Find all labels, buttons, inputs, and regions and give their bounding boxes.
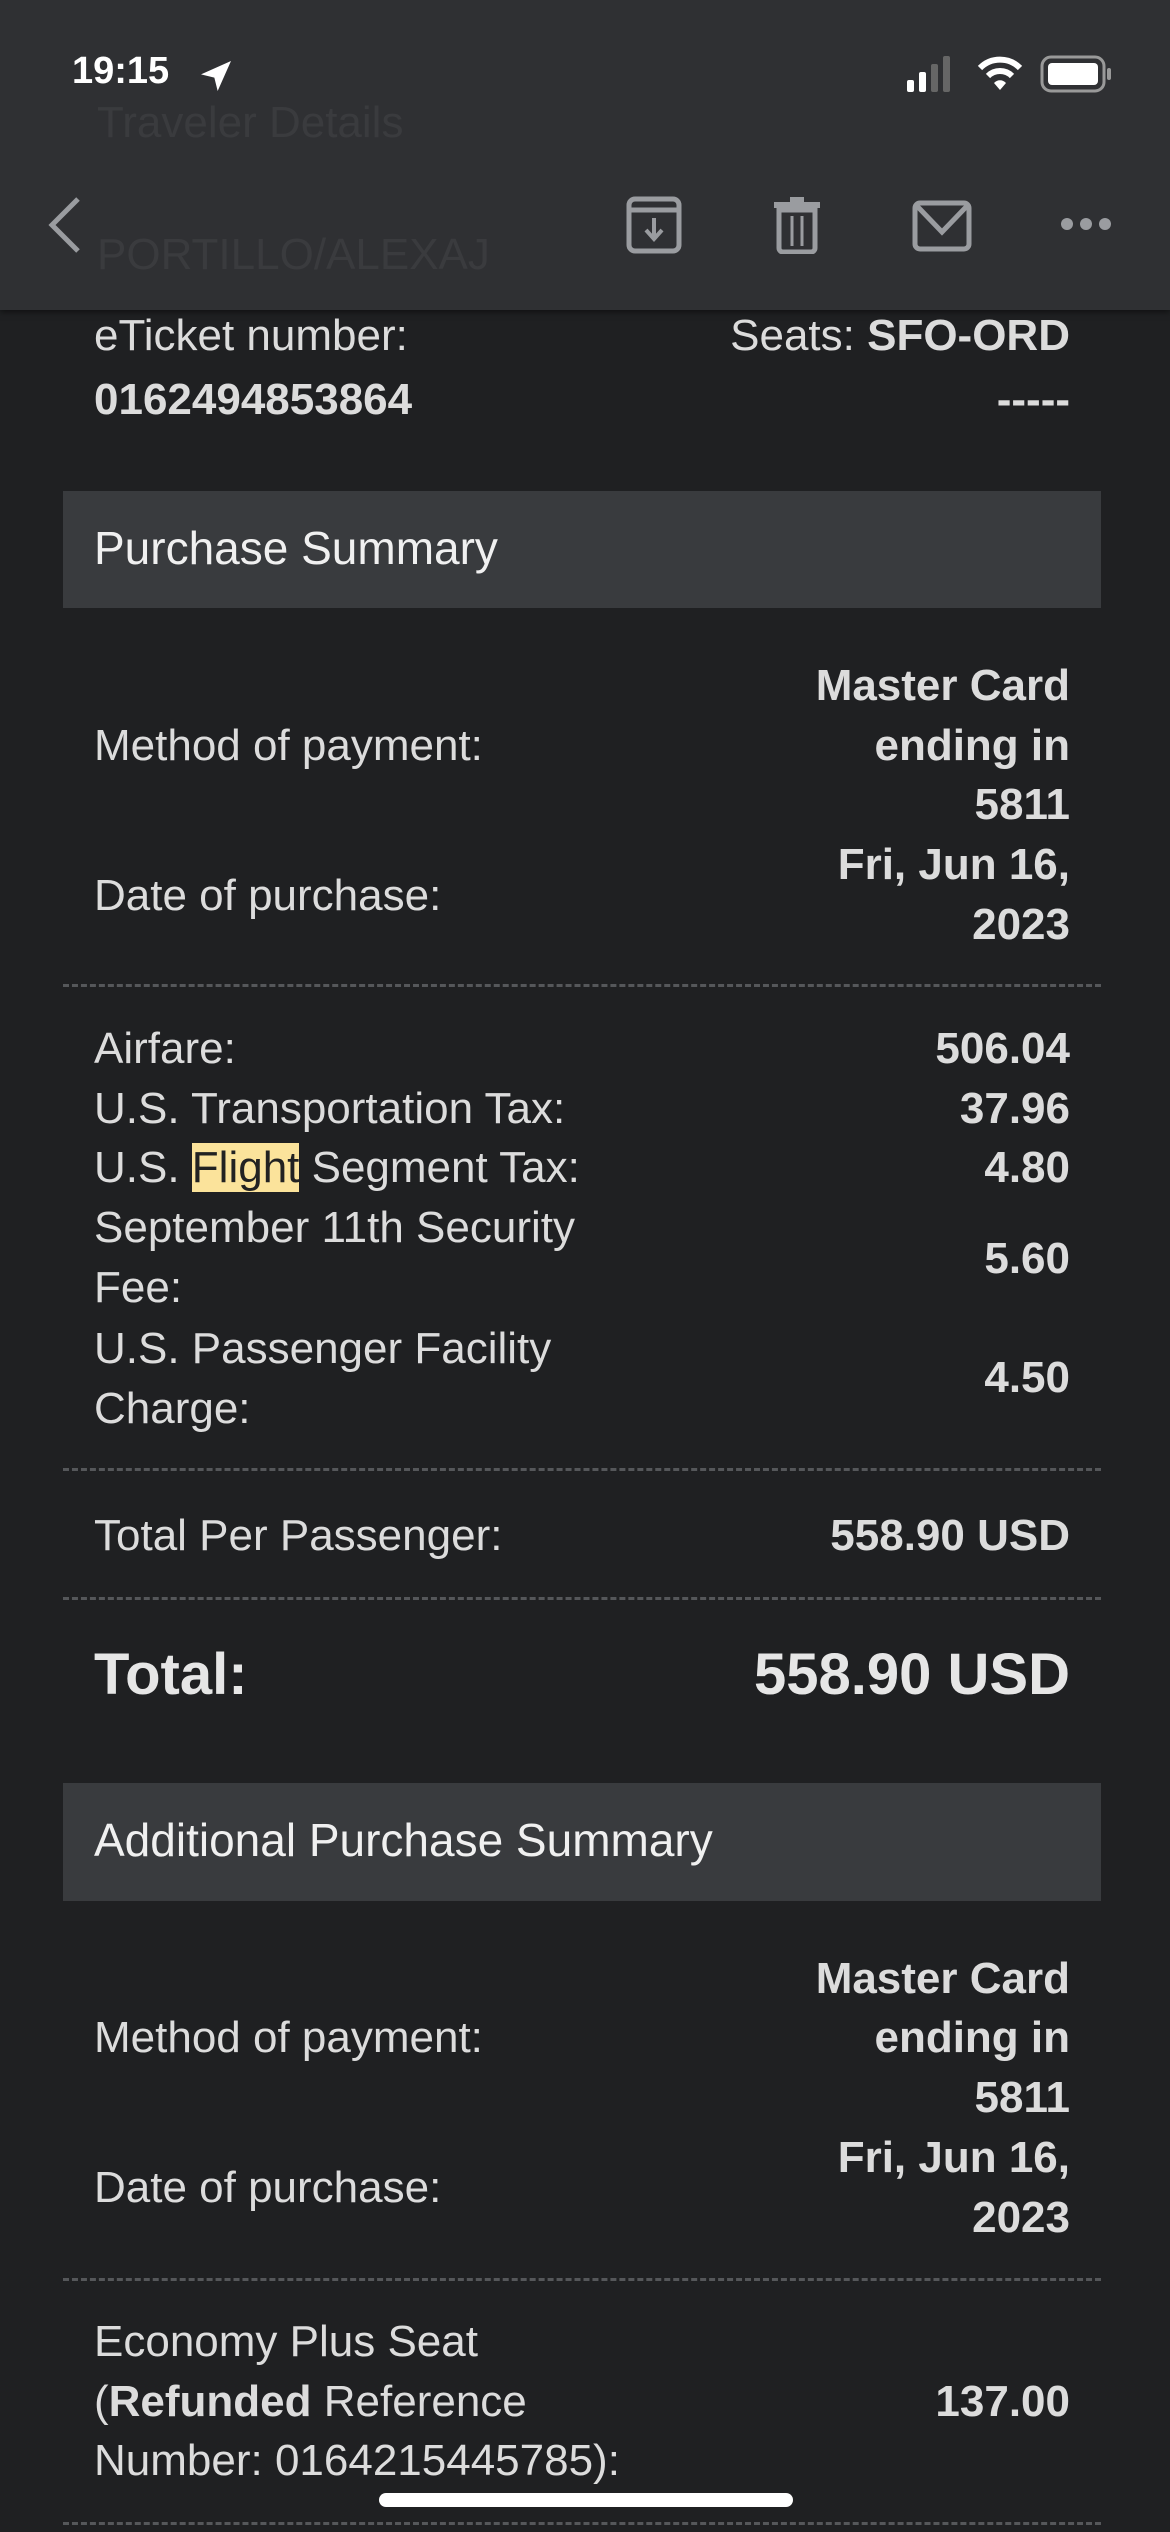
eticket-label: eTicket number:	[94, 311, 408, 360]
method-label: Method of payment:	[94, 721, 483, 770]
segment-tax-value: 4.80	[984, 1143, 1070, 1192]
divider	[63, 1468, 1101, 1471]
battery-icon	[1040, 55, 1111, 93]
more-icon[interactable]	[1060, 212, 1112, 236]
transport-tax-value: 37.96	[959, 1084, 1070, 1133]
total-label: Total:	[94, 1642, 248, 1707]
location-arrow-icon	[201, 61, 231, 91]
per-passenger-label: Total Per Passenger:	[94, 1511, 503, 1560]
ghost-traveler-details: Traveler Details	[97, 98, 404, 147]
date-line: Fri, Jun 16,	[837, 840, 1070, 889]
divider	[63, 1597, 1101, 1600]
method-line: Master Card	[815, 661, 1070, 710]
back-chevron-icon[interactable]	[44, 195, 84, 255]
date-line: 2023	[972, 900, 1070, 949]
search-highlight: Flight	[191, 1143, 300, 1192]
trash-icon[interactable]	[772, 196, 822, 254]
item-value: 137.00	[935, 2377, 1070, 2426]
archive-icon[interactable]	[626, 196, 682, 254]
purchase-summary-header: Purchase Summary	[63, 491, 1101, 608]
date-label: Date of purchase:	[94, 871, 442, 920]
status-time: 19:15	[72, 50, 170, 92]
date-line: Fri, Jun 16,	[837, 2133, 1070, 2182]
transport-tax-label: U.S. Transportation Tax:	[94, 1084, 566, 1133]
method-line: 5811	[974, 780, 1070, 829]
method-line: 5811	[974, 2073, 1070, 2122]
seats-label: Seats:	[730, 311, 855, 360]
method-line: ending in	[874, 2013, 1070, 2062]
security-fee-label: September 11th Security	[94, 1203, 575, 1252]
security-fee-value: 5.60	[984, 1234, 1070, 1283]
facility-value: 4.50	[984, 1353, 1070, 1402]
eticket-value: 0162494853864	[94, 375, 413, 424]
airfare-value: 506.04	[935, 1024, 1070, 1073]
security-fee-label: Fee:	[94, 1263, 183, 1312]
method-line: Master Card	[815, 1954, 1070, 2003]
reference-text: Reference	[311, 2377, 527, 2426]
date-line: 2023	[972, 2193, 1070, 2242]
item-line: (Refunded Reference	[94, 2372, 527, 2432]
facility-label: U.S. Passenger Facility	[94, 1324, 552, 1373]
segment-tax-pre: U.S.	[94, 1143, 192, 1192]
ghost-passenger-name: PORTILLO/ALEXAJ	[97, 230, 490, 279]
mail-icon[interactable]	[912, 200, 972, 252]
item-line: Economy Plus Seat	[94, 2317, 478, 2366]
home-indicator[interactable]	[379, 2493, 793, 2507]
divider	[63, 2278, 1101, 2281]
method-label: Method of payment:	[94, 2013, 483, 2062]
date-label: Date of purchase:	[94, 2163, 442, 2212]
segment-tax-post: Segment Tax:	[299, 1143, 580, 1192]
additional-summary-header: Additional Purchase Summary	[63, 1783, 1101, 1901]
seats-value: -----	[996, 375, 1070, 424]
wifi-icon	[977, 56, 1023, 90]
seats-row: Seats: SFO-ORD	[730, 306, 1070, 366]
facility-label: Charge:	[94, 1384, 251, 1433]
method-line: ending in	[874, 721, 1070, 770]
seats-route: SFO-ORD	[867, 311, 1070, 360]
paren: (	[94, 2377, 109, 2426]
section-title: Purchase Summary	[94, 522, 498, 574]
segment-tax-label: U.S. Flight Segment Tax:	[94, 1138, 580, 1198]
divider	[63, 984, 1101, 987]
divider	[63, 2522, 1101, 2525]
section-title: Additional Purchase Summary	[94, 1814, 713, 1866]
signal-icon	[907, 56, 950, 92]
per-passenger-value: 558.90 USD	[830, 1511, 1070, 1560]
airfare-label: Airfare:	[94, 1024, 236, 1073]
mail-toolbar: Traveler Details PORTILLO/ALEXAJ 19:15	[0, 0, 1170, 310]
item-line: Number: 0164215445785):	[94, 2436, 620, 2485]
total-value: 558.90 USD	[754, 1642, 1070, 1707]
refunded-label: Refunded	[108, 2377, 312, 2426]
